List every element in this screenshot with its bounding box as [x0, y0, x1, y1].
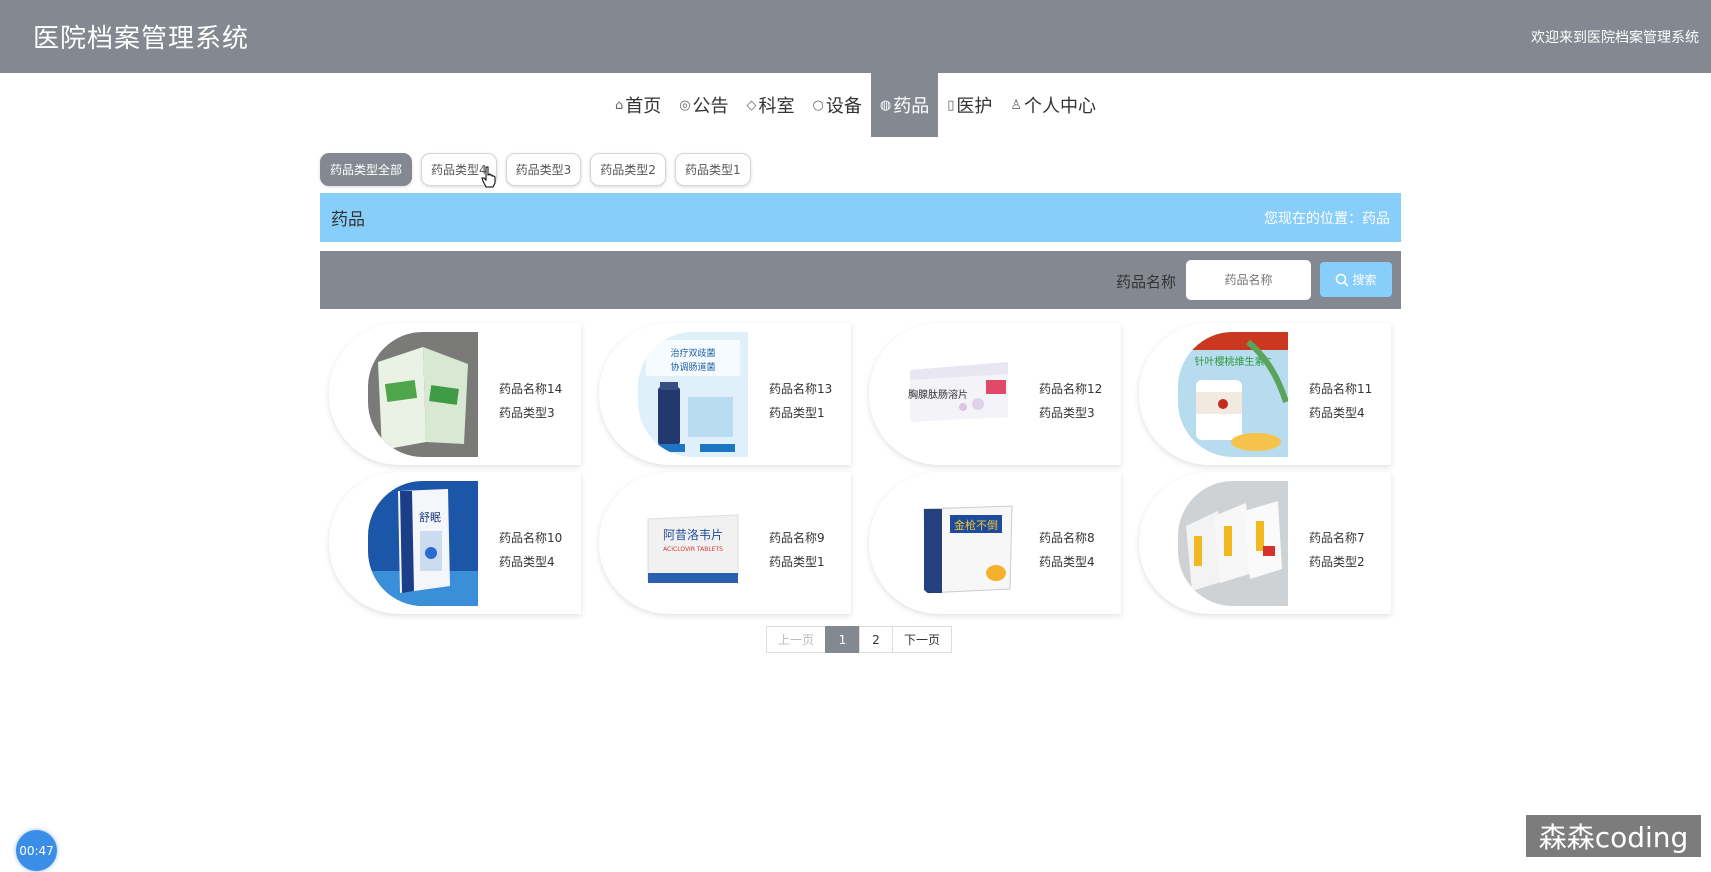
product-card[interactable]: 金枪不倒 药品名称8 药品类型4	[869, 472, 1121, 614]
nav-item-device[interactable]: ○ 设备	[804, 73, 871, 137]
product-info: 药品名称8 药品类型4	[1039, 526, 1095, 574]
product-type: 药品类型4	[499, 555, 555, 569]
product-image-text: 胸腺肽肠溶片	[908, 388, 968, 401]
category-type3-button[interactable]: 药品类型3	[505, 153, 582, 186]
product-image-text: 协调肠道菌	[670, 361, 715, 373]
nav-item-home[interactable]: ⌂ 首页	[606, 73, 670, 137]
product-name: 药品名称12	[1039, 382, 1103, 396]
product-card[interactable]: 药品名称7 药品类型2	[1139, 472, 1391, 614]
watermark: 森森coding	[1526, 815, 1701, 857]
product-name: 药品名称7	[1309, 531, 1365, 545]
search-bar: 药品名称 搜索	[320, 251, 1401, 309]
system-title: 医院档案管理系统	[33, 24, 250, 54]
product-type: 药品类型3	[1039, 406, 1095, 420]
product-card[interactable]: 阿昔洛韦片 ACICLOVIR TABLETS 药品名称9 药品类型1	[599, 472, 851, 614]
device-icon: ○	[812, 97, 824, 113]
nav-label: 药品	[893, 96, 930, 117]
search-input[interactable]	[1186, 260, 1311, 300]
product-image-text: 阿昔洛韦片	[663, 527, 723, 542]
product-image-text: 舒眠	[419, 510, 441, 524]
product-info: 药品名称12 药品类型3	[1039, 377, 1102, 425]
nav-item-medicine[interactable]: ◍ 药品	[870, 73, 939, 137]
product-image[interactable]: 舒眠	[368, 481, 478, 606]
product-name: 药品名称14	[499, 382, 563, 396]
timer-badge[interactable]: 00:47	[16, 830, 57, 871]
prev-page-button[interactable]: 上一页	[766, 626, 826, 653]
product-info: 药品名称7 药品类型2	[1309, 526, 1365, 574]
product-card[interactable]: 舒眠 药品名称10 药品类型4	[329, 472, 581, 614]
product-info: 药品名称11 药品类型4	[1309, 377, 1372, 425]
nav-label: 设备	[825, 96, 862, 117]
nav-label: 首页	[625, 96, 662, 117]
product-type: 药品类型4	[1039, 555, 1095, 569]
page-1-button[interactable]: 1	[825, 626, 860, 653]
announcement-icon: ◎	[679, 97, 691, 113]
search-label: 药品名称	[1115, 273, 1176, 291]
hand-cursor-icon	[481, 166, 496, 188]
nav-label: 医护	[956, 96, 993, 117]
product-info: 药品名称13 药品类型1	[769, 377, 832, 425]
product-info: 药品名称9 药品类型1	[769, 526, 825, 574]
nav-item-department[interactable]: ◇ 科室	[738, 73, 804, 137]
product-image[interactable]	[1178, 481, 1288, 606]
product-image[interactable]: 阿昔洛韦片 ACICLOVIR TABLETS	[638, 481, 748, 606]
product-image-text: 治疗双歧菌	[670, 347, 715, 359]
nav-item-personal-center[interactable]: ♙ 个人中心	[1001, 73, 1105, 137]
welcome-text: 欢迎来到医院档案管理系统	[1531, 30, 1699, 46]
product-info: 药品名称14 药品类型3	[499, 377, 562, 425]
product-name: 药品名称9	[769, 531, 825, 545]
product-type: 药品类型2	[1309, 555, 1365, 569]
user-icon: ♙	[1010, 97, 1023, 113]
search-button-label: 搜索	[1352, 273, 1377, 287]
clipboard-icon: ▯	[947, 97, 955, 113]
nav-label: 公告	[692, 96, 729, 117]
product-image-text: 金枪不倒	[954, 518, 998, 532]
product-image[interactable]: 治疗双歧菌 协调肠道菌	[638, 332, 748, 457]
product-type: 药品类型4	[1309, 406, 1365, 420]
nav-label: 科室	[758, 96, 795, 117]
product-type: 药品类型1	[769, 555, 825, 569]
product-card[interactable]: 治疗双歧菌 协调肠道菌 药品名称13 药品类型1	[599, 323, 851, 465]
product-type: 药品类型1	[769, 406, 825, 420]
category-filter: 药品类型全部 药品类型4 药品类型3 药品类型2 药品类型1	[320, 153, 751, 186]
product-name: 药品名称11	[1309, 382, 1373, 396]
product-card[interactable]: 针叶樱桃维生素C 药品名称11 药品类型4	[1139, 323, 1391, 465]
home-icon: ⌂	[614, 97, 624, 113]
category-type2-button[interactable]: 药品类型2	[590, 153, 666, 186]
category-all-button[interactable]: 药品类型全部	[320, 153, 413, 186]
product-image[interactable]: 金枪不倒	[908, 481, 1018, 606]
medicine-icon: ◍	[879, 97, 892, 113]
product-image[interactable]: 针叶樱桃维生素C	[1178, 332, 1288, 457]
product-image[interactable]	[368, 332, 478, 457]
nav-item-medical-staff[interactable]: ▯ 医护	[938, 73, 1001, 137]
tag-icon: ◇	[746, 97, 757, 113]
section-banner: 药品 您现在的位置：药品	[320, 193, 1401, 242]
product-type: 药品类型3	[499, 406, 555, 420]
page-2-button[interactable]: 2	[859, 626, 893, 653]
nav-label: 个人中心	[1024, 96, 1097, 117]
nav-item-announcement[interactable]: ◎ 公告	[670, 73, 737, 137]
section-title: 药品	[331, 210, 365, 230]
product-name: 药品名称10	[499, 531, 563, 545]
product-name: 药品名称8	[1039, 531, 1095, 545]
breadcrumb: 您现在的位置：药品	[1264, 210, 1390, 227]
product-card[interactable]: 胸腺肽肠溶片 药品名称12 药品类型3	[869, 323, 1121, 465]
category-type1-button[interactable]: 药品类型1	[674, 153, 751, 186]
top-header: 医院档案管理系统 欢迎来到医院档案管理系统	[0, 0, 1711, 73]
product-name: 药品名称13	[769, 382, 833, 396]
search-button[interactable]: 搜索	[1320, 262, 1392, 297]
product-image[interactable]: 胸腺肽肠溶片	[908, 332, 1018, 457]
product-image-text: ACICLOVIR TABLETS	[663, 546, 723, 553]
product-info: 药品名称10 药品类型4	[499, 526, 562, 574]
pagination: 上一页 1 2 下一页	[766, 626, 952, 653]
product-card[interactable]: 药品名称14 药品类型3	[329, 323, 581, 465]
search-icon	[1336, 273, 1350, 287]
next-page-button[interactable]: 下一页	[892, 626, 952, 653]
main-nav: ⌂ 首页 ◎ 公告 ◇ 科室 ○ 设备 ◍ 药品 ▯ 医护 ♙ 个人中心	[0, 73, 1711, 137]
